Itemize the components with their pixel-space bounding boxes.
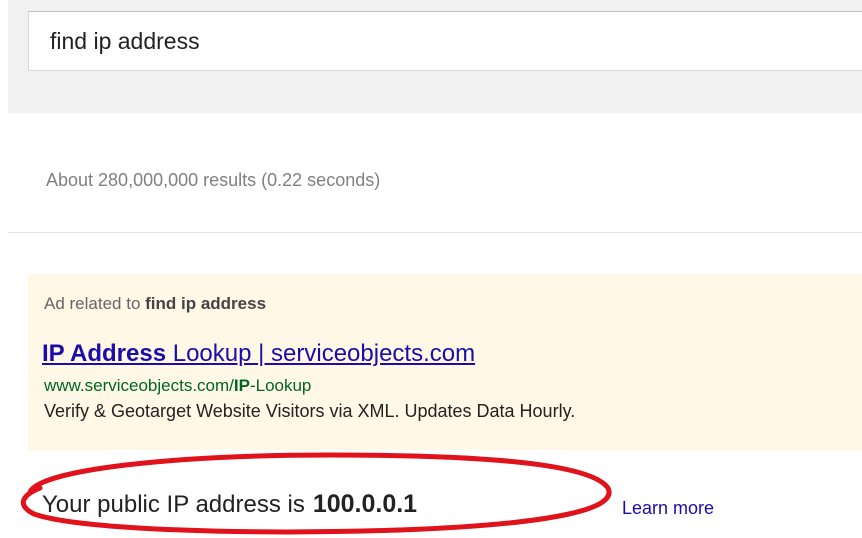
divider [8,232,862,233]
ad-description: Verify & Geotarget Website Visitors via … [44,401,576,421]
ad-url-suffix: -Lookup [249,376,312,395]
ad-label-prefix: Ad related to [44,294,146,313]
ad-title-rest: Lookup | serviceobjects.com [166,340,476,367]
ip-answer-label: Your public IP address is [42,491,305,518]
ip-answer: Your public IP address is 100.0.0.1 [42,490,417,519]
ad-url-bold: IP [233,376,250,395]
ad-label: Ad related to find ip address [44,294,266,314]
ad-label-query: find ip address [145,294,267,313]
search-results-page: find ip address About 280,000,000 result… [0,0,862,538]
ad-title-link[interactable]: IP Address Lookup | serviceobjects.com [42,340,475,368]
learn-more-link[interactable]: Learn more [622,498,714,519]
result-stats: About 280,000,000 results (0.22 seconds) [46,170,381,190]
ip-address-value: 100.0.0.1 [312,490,418,518]
search-query-text[interactable]: find ip address [50,28,200,55]
ad-title-bold: IP Address [42,340,167,367]
ad-url-prefix: www.serviceobjects.com/ [44,376,234,395]
ad-display-url: www.serviceobjects.com/IP-Lookup [44,376,311,396]
search-input[interactable]: find ip address [28,11,862,71]
ad-block: Ad related to find ip address IP Address… [28,274,862,450]
